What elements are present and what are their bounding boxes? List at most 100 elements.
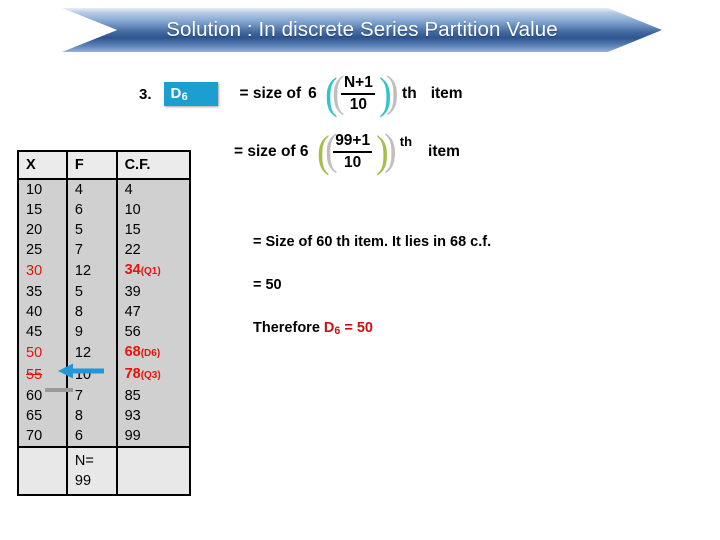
cell-cf: 34(Q1)	[115, 260, 192, 282]
cell-x: 45	[17, 322, 68, 342]
title-banner: Solution : In discrete Series Partition …	[62, 8, 662, 52]
table-row: 45 9 56	[17, 322, 192, 342]
cell-cf-tag: (Q3)	[140, 370, 161, 381]
cell-x: 25	[17, 240, 68, 260]
cell-x: 10	[17, 179, 68, 200]
cell-cf: 22	[115, 240, 192, 260]
cell-x: 30	[17, 260, 68, 282]
cell-cf-value: 78	[124, 366, 141, 382]
cell-cf-tag: (Q1)	[140, 266, 161, 277]
cell-x: 50	[17, 342, 68, 364]
pointer-arrow-icon	[58, 363, 104, 379]
formula1-item: item	[430, 85, 463, 102]
table-row: 20 5 15	[17, 220, 192, 240]
formula1-denominator: 10	[349, 96, 368, 113]
cell-cf-value: 10	[124, 202, 141, 218]
cell-x: 20	[17, 220, 68, 240]
cell-cf: 4	[115, 179, 192, 200]
cell-cf-value: 22	[124, 242, 141, 258]
left-bracket-icon: (	[316, 127, 330, 177]
cell-f: 7	[65, 240, 118, 260]
note-conclusion-prefix: Therefore	[253, 320, 324, 336]
cell-cf-value: 68	[124, 344, 141, 360]
cell-cf-tag: (D6)	[140, 348, 161, 359]
formula1-multiplier: 6	[308, 85, 317, 102]
right-bracket-icon: )	[376, 127, 389, 177]
cell-f: 8	[65, 302, 118, 322]
table-row: 35 5 39	[17, 282, 192, 302]
cell-f: 9	[65, 322, 118, 342]
note-conclusion-symbol: D	[323, 320, 335, 336]
note-conclusion: Therefore D6 = 50	[253, 320, 373, 337]
formula2-fraction-group: ( ( 99+1 10 ) )	[316, 127, 397, 177]
frequency-distribution-table: X F C.F. 10 4 4 15 6 10 20 5 15 25 7 22 30 12 34(Q1) 35…	[17, 150, 192, 496]
column-header-f: F	[65, 151, 118, 180]
cell-cf: 78(Q3)	[115, 364, 192, 386]
cell-cf: 99	[115, 426, 192, 447]
formula2-fraction: 99+1 10	[330, 132, 375, 172]
cell-f: 8	[65, 406, 118, 426]
column-header-cf: C.F.	[115, 151, 192, 180]
cell-x: 70	[17, 426, 68, 447]
cell-f: 7	[65, 386, 118, 406]
formula2-item: item	[428, 143, 460, 160]
table-row: 60 7 85	[17, 386, 192, 406]
table-row: 70 6 99	[17, 426, 192, 447]
cell-cf-value: 4	[124, 182, 133, 198]
cell-x: 15	[17, 200, 68, 220]
cell-cf-value: 39	[124, 284, 141, 300]
table-footer: N= 99	[17, 446, 192, 495]
cell-cf: 56	[115, 322, 192, 342]
cell-f: 4	[65, 179, 118, 200]
cell-cf: 39	[115, 282, 192, 302]
footer-n-value: 99	[74, 473, 92, 489]
left-bracket-icon: (	[324, 69, 338, 119]
column-header-x: X	[17, 151, 68, 180]
table-body: 10 4 4 15 6 10 20 5 15 25 7 22 30 12 34(Q1) 35 5 39 40 8 47 4…	[17, 179, 192, 447]
footer-cell-cf	[115, 446, 192, 495]
table-row: 55 10 78(Q3)	[17, 364, 192, 386]
cell-cf-value: 34	[124, 262, 141, 278]
cell-x: 35	[17, 282, 68, 302]
cell-cf-value: 93	[124, 408, 141, 424]
footer-n-label: N=	[74, 453, 94, 470]
page-title: Solution : In discrete Series Partition …	[166, 18, 558, 41]
formula-definition-d6: 3. D6 = size of 6 ( ( N+1 10 ) ) th item	[139, 69, 463, 119]
formula1-fraction-group: ( ( N+1 10 ) )	[324, 69, 399, 119]
formula1-fraction: N+1 10	[338, 74, 378, 114]
table-footer-row: N= 99	[17, 446, 192, 495]
formula2-denominator: 10	[344, 154, 362, 171]
cell-f: 6	[65, 200, 118, 220]
cell-cf: 93	[115, 406, 192, 426]
note-size-of-item: = Size of 60 th item. It lies in 68 c.f.	[253, 234, 492, 250]
table-header: X F C.F.	[17, 151, 192, 180]
d6-badge-subscript: 6	[181, 90, 188, 103]
cell-cf: 15	[115, 220, 192, 240]
cell-cf-value: 99	[124, 428, 141, 444]
note-conclusion-value: = 50	[340, 320, 373, 336]
cell-cf-value: 85	[124, 388, 141, 404]
cell-f: 5	[65, 282, 118, 302]
cell-f: 12	[65, 260, 118, 282]
table-row: 40 8 47	[17, 302, 192, 322]
cell-f: 5	[65, 220, 118, 240]
cell-f: 12	[65, 342, 118, 364]
formula1-numerator: N+1	[343, 74, 373, 92]
formula2-equals-text: = size of 6	[234, 143, 309, 160]
footer-cell-x	[17, 446, 68, 495]
table-header-row: X F C.F.	[17, 151, 192, 180]
table-row: 10 4 4	[17, 179, 192, 200]
formula1-equals-text: = size of	[239, 85, 302, 102]
cell-x: 40	[17, 302, 68, 322]
d6-badge: D6	[163, 81, 218, 107]
formula-substituted-d6: = size of 6 ( ( 99+1 10 ) ) th item	[234, 127, 460, 177]
table-row: 30 12 34(Q1)	[17, 260, 192, 282]
table-row: 65 8 93	[17, 406, 192, 426]
cell-cf-value: 15	[124, 222, 141, 238]
right-bracket-icon: )	[379, 69, 392, 119]
formula2-ordinal: th	[399, 134, 413, 149]
cell-cf: 68(D6)	[115, 342, 192, 364]
table-row: 50 12 68(D6)	[17, 342, 192, 364]
footer-cell-f: N= 99	[65, 446, 118, 495]
strike-line-55	[45, 388, 73, 392]
